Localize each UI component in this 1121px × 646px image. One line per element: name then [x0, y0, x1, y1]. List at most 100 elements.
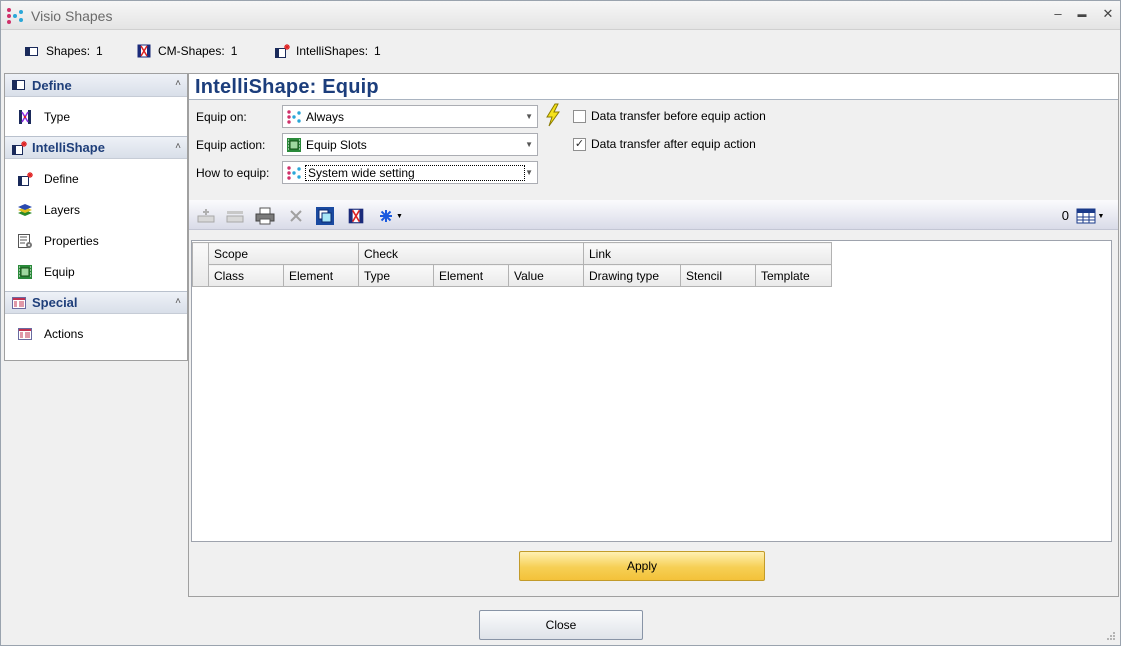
row-count: 0: [1061, 208, 1069, 223]
collapse-icon[interactable]: ˄: [175, 141, 181, 152]
resize-grip-icon[interactable]: [1106, 631, 1116, 641]
table-icon: [1076, 208, 1096, 224]
intellishape-icon: [12, 140, 27, 155]
data-transfer-after-checkbox[interactable]: ✓ Data transfer after equip action: [573, 137, 756, 151]
sidebar-item-equip[interactable]: Equip: [5, 256, 187, 287]
printer-icon: [255, 207, 275, 225]
column-header-drawing-type[interactable]: Drawing type: [583, 264, 681, 287]
column-header-type[interactable]: Type: [358, 264, 434, 287]
cm-shapes-counter-label: CM-Shapes:: [158, 44, 225, 58]
left-navigation-panel: Define ˄ Type IntelliShape ˄ Define Laye…: [4, 73, 188, 361]
cm-shapes-icon: [137, 44, 151, 58]
sidebar-item-actions[interactable]: Actions: [5, 318, 187, 349]
row-selector-header[interactable]: [192, 242, 209, 287]
actions-icon: [18, 327, 32, 340]
freeze-dropdown-button[interactable]: ▼: [376, 206, 406, 226]
window-title: Visio Shapes: [31, 8, 113, 24]
equip-action-value: Equip Slots: [306, 137, 367, 152]
cm-shapes-counter-value: 1: [230, 44, 238, 58]
shape-icon: [25, 47, 38, 56]
how-to-equip-label: How to equip:: [196, 166, 270, 180]
add-row-button[interactable]: [196, 206, 216, 226]
sidebar-item-actions-label: Actions: [44, 326, 84, 341]
sidebar-item-define-label: Define: [44, 171, 79, 186]
lightning-bolt-icon[interactable]: [543, 103, 563, 127]
copy-icon: [316, 207, 334, 225]
intellishapes-counter: IntelliShapes: 1: [274, 43, 381, 59]
snowflake-icon: [380, 210, 393, 222]
data-transfer-before-label: Data transfer before equip action: [591, 109, 766, 123]
column-header-stencil[interactable]: Stencil: [680, 264, 756, 287]
equip-on-select[interactable]: Always ▼: [282, 105, 538, 128]
properties-icon: [18, 233, 32, 248]
group-items-special: Actions: [5, 314, 187, 353]
checkbox-after-box[interactable]: ✓: [573, 137, 586, 151]
how-to-equip-value: System wide setting: [305, 164, 525, 181]
grid-header-table: Scope Check Link Class Element Type Elem…: [192, 242, 832, 287]
copy-button[interactable]: [315, 206, 335, 226]
define-intellishape-icon: [18, 171, 33, 186]
close-button[interactable]: Close: [479, 610, 643, 640]
sidebar-item-type-label: Type: [44, 109, 71, 124]
group-label-define: Define: [32, 77, 72, 93]
main-panel: IntelliShape: Equip Equip on: Always ▼ E…: [188, 73, 1119, 597]
equip-on-value: Always: [306, 109, 345, 124]
checkbox-before-box[interactable]: [573, 109, 586, 123]
cm-shapes-button[interactable]: [346, 206, 366, 226]
equip-icon: [18, 264, 32, 279]
column-header-value[interactable]: Value: [508, 264, 584, 287]
system-setting-icon: [287, 165, 301, 180]
type-icon: [19, 109, 31, 124]
sidebar-item-properties-label: Properties: [44, 233, 99, 248]
collapse-icon[interactable]: ˄: [175, 296, 181, 307]
column-header-scope-element[interactable]: Element: [283, 264, 359, 287]
group-header-define[interactable]: Define ˄: [5, 74, 187, 97]
column-header-class[interactable]: Class: [208, 264, 284, 287]
equip-action-select[interactable]: Equip Slots ▼: [282, 133, 538, 156]
grid-column-header-row: Class Element Type Element Value Drawing…: [193, 264, 832, 287]
apply-button[interactable]: Apply: [519, 551, 765, 581]
equip-on-label: Equip on:: [196, 110, 247, 124]
visio-shapes-app-icon: [7, 8, 23, 24]
minimize-button[interactable]: –: [1050, 6, 1066, 22]
data-transfer-before-checkbox[interactable]: Data transfer before equip action: [573, 109, 766, 123]
group-label-special: Special: [32, 295, 78, 310]
grid-group-header-scope[interactable]: Scope: [208, 242, 359, 265]
column-header-check-element[interactable]: Element: [433, 264, 509, 287]
sidebar-item-layers-label: Layers: [44, 202, 81, 217]
intellishape-icon: [275, 44, 290, 58]
cm-shapes-counter: CM-Shapes: 1: [136, 43, 237, 59]
sidebar-item-properties[interactable]: Properties: [5, 225, 187, 256]
insert-row-button[interactable]: [225, 206, 245, 226]
shape-counters-bar: Shapes: 1 CM-Shapes: 1 IntelliShapes: 1: [1, 31, 1120, 71]
group-items-define: Type: [5, 97, 187, 136]
column-chooser-button[interactable]: ▼: [1074, 206, 1106, 226]
sidebar-item-type[interactable]: Type: [5, 101, 187, 132]
maximize-button[interactable]: ▬: [1074, 6, 1090, 22]
layers-icon: [18, 203, 32, 216]
title-bar: Visio Shapes – ▬ ✕: [1, 1, 1120, 30]
intellishapes-counter-label: IntelliShapes:: [296, 44, 369, 58]
group-header-special[interactable]: Special ˄: [5, 291, 187, 314]
sidebar-item-layers[interactable]: Layers: [5, 194, 187, 225]
equip-slots-icon: [287, 137, 301, 152]
sidebar-item-equip-label: Equip: [44, 264, 75, 279]
column-header-template[interactable]: Template: [755, 264, 832, 287]
collapse-icon[interactable]: ˄: [175, 78, 181, 89]
delete-button[interactable]: [286, 206, 306, 226]
always-icon: [287, 109, 301, 124]
grid-group-header-row: Scope Check Link: [192, 242, 832, 287]
grid-group-header-check[interactable]: Check: [358, 242, 584, 265]
chevron-down-icon: ▼: [525, 140, 533, 149]
sidebar-item-define[interactable]: Define: [5, 163, 187, 194]
chevron-down-icon: ▼: [525, 112, 533, 121]
close-window-button[interactable]: ✕: [1100, 6, 1116, 22]
group-label-intellishape: IntelliShape: [32, 140, 105, 155]
add-row-icon: [197, 209, 215, 223]
group-header-intellishape[interactable]: IntelliShape ˄: [5, 136, 187, 159]
how-to-equip-select[interactable]: System wide setting ▼: [282, 161, 538, 184]
grid-group-header-link[interactable]: Link: [583, 242, 832, 265]
equip-rules-grid[interactable]: Scope Check Link Class Element Type Elem…: [191, 240, 1112, 542]
visio-shapes-window: Visio Shapes – ▬ ✕ Shapes: 1 CM-Shapes: …: [0, 0, 1121, 646]
print-button[interactable]: [255, 206, 275, 226]
